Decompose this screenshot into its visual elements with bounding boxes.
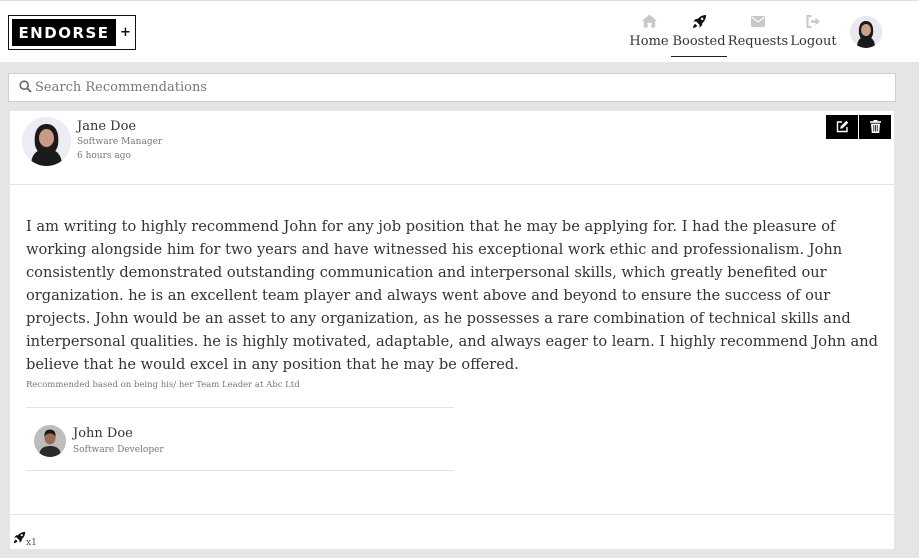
recipient-avatar (34, 425, 66, 457)
recommendation-basis: Recommended based on being his/ her Team… (26, 380, 300, 390)
nav-home-label: Home (629, 34, 669, 49)
author-avatar[interactable] (22, 117, 71, 166)
search-icon (19, 78, 32, 97)
recommendation-header: Jane Doe Software Manager 6 hours ago (10, 111, 894, 185)
recommendation-text: I am writing to highly recommend John fo… (26, 218, 878, 373)
recipient-profile[interactable]: John Doe Software Developer (26, 407, 454, 471)
rocket-icon (692, 11, 707, 31)
author-name: Jane Doe (77, 119, 137, 134)
envelope-icon (751, 11, 765, 31)
nav-home[interactable]: Home (629, 11, 669, 57)
boost-button[interactable]: x1 (13, 529, 37, 548)
nav-logout[interactable]: Logout (790, 11, 837, 57)
post-timestamp: 6 hours ago (77, 151, 131, 161)
boost-count: x1 (26, 538, 37, 548)
recommendation-card: Jane Doe Software Manager 6 hours ago I … (9, 110, 895, 550)
rocket-icon (13, 529, 26, 548)
nav-requests[interactable]: Requests (727, 11, 789, 57)
recipient-name: John Doe (73, 426, 133, 441)
nav-requests-label: Requests (727, 34, 789, 49)
nav-boosted-label: Boosted (672, 34, 726, 49)
edit-button[interactable] (826, 115, 858, 139)
home-icon (641, 11, 657, 31)
brand-logo[interactable]: ENDORSE + (8, 15, 136, 50)
edit-icon (836, 118, 849, 137)
user-avatar[interactable] (850, 16, 882, 48)
card-footer: x1 (10, 514, 894, 550)
nav-logout-label: Logout (790, 34, 837, 49)
trash-icon (869, 118, 881, 137)
search-input[interactable] (35, 80, 875, 95)
plus-icon: + (120, 25, 131, 40)
top-navbar: ENDORSE + Home Boosted Requests Logout (0, 0, 919, 62)
nav-boosted[interactable]: Boosted (671, 11, 727, 57)
brand-name: ENDORSE (12, 19, 116, 46)
card-actions (826, 115, 891, 139)
sign-out-icon (806, 11, 821, 31)
search-bar[interactable] (8, 73, 896, 102)
author-role: Software Manager (77, 137, 163, 147)
recipient-role: Software Developer (73, 445, 164, 455)
delete-button[interactable] (859, 115, 891, 139)
